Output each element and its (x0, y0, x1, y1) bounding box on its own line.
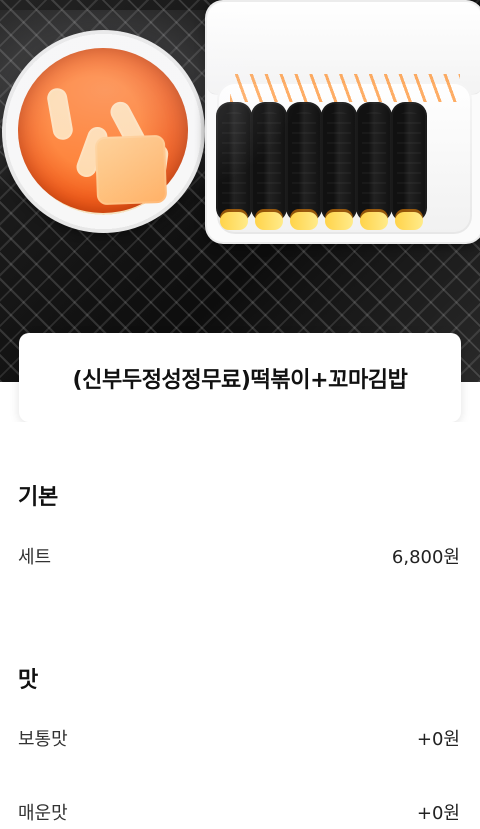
rice-cake (106, 98, 150, 154)
tteokbokki-soup (18, 48, 188, 213)
fish-cake (94, 134, 168, 206)
rice-cake (73, 124, 111, 180)
option-price: +0원 (416, 803, 460, 824)
rice-cake (142, 142, 170, 198)
option-label: 매운맛 (18, 803, 68, 824)
option-row-normal[interactable]: 보통맛 +0원 (18, 724, 460, 752)
option-row-set[interactable]: 세트 6,800원 (18, 542, 460, 570)
option-price: +0원 (416, 729, 460, 750)
kimbap-roll (321, 102, 357, 230)
menu-title: (신부두정성정무료)떡볶이+꼬마김밥 (72, 367, 408, 393)
menu-photo (0, 0, 480, 382)
rice-cake (45, 86, 75, 142)
section-title-basic: 기본 (18, 485, 59, 510)
kimbap-roll (391, 102, 427, 230)
kimbap-roll (216, 102, 252, 230)
carrot-strips (230, 74, 460, 102)
menu-option-page: (신부두정성정무료)떡볶이+꼬마김밥 기본 세트 6,800원 맛 보통맛 +0… (0, 0, 480, 829)
option-row-spicy[interactable]: 매운맛 +0원 (18, 798, 460, 826)
section-flavor: 맛 보통맛 +0원 매운맛 +0원 (0, 618, 480, 829)
option-price: 6,800원 (391, 547, 460, 568)
tteokbokki-cup-image (2, 30, 205, 233)
section-basic: 기본 세트 6,800원 (0, 422, 480, 618)
menu-title-card: (신부두정성정무료)떡볶이+꼬마김밥 (19, 333, 461, 422)
kimbap-roll (251, 102, 287, 230)
option-label: 보통맛 (18, 729, 68, 750)
kimbap-roll (356, 102, 392, 230)
section-title-flavor: 맛 (18, 668, 39, 693)
option-label: 세트 (18, 547, 52, 568)
kimbap-roll (286, 102, 322, 230)
